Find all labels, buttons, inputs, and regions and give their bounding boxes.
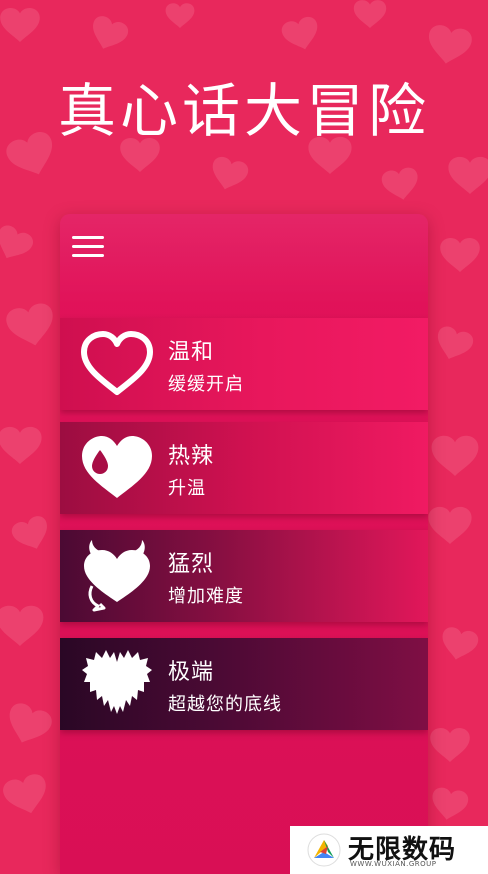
mode-item-fierce[interactable]: 猛烈 增加难度 [60,530,428,622]
mode-description: 缓缓开启 [168,374,244,395]
mode-name: 极端 [168,660,215,685]
heart-outline-icon [78,328,156,400]
mode-item-spicy[interactable]: 热辣 升温 [60,422,428,514]
app-title: 真心话大冒险 [57,77,430,145]
mode-description: 超越您的底线 [168,694,282,715]
hamburger-menu-icon[interactable] [72,232,106,260]
mode-description: 增加难度 [168,586,244,607]
mode-panel: 温和 缓缓开启 热辣 升温 猛烈 增加难度 极端 超越您的底线 [60,214,428,874]
jagged-heart-icon [78,648,156,720]
mode-name: 猛烈 [168,552,215,577]
mode-item-mild[interactable]: 温和 缓缓开启 [60,318,428,410]
mode-item-extreme[interactable]: 极端 超越您的底线 [60,638,428,730]
brand-logo-icon [306,832,342,868]
watermark-url: WWW.WUXIAN.GROUP [350,860,437,868]
watermark: 无限数码 WWW.WUXIAN.GROUP [290,826,488,874]
heart-drop-icon [78,432,156,504]
devil-heart-icon [78,540,156,612]
mode-name: 热辣 [168,444,215,469]
mode-description: 升温 [168,478,206,499]
panel-shine [60,214,428,304]
mode-name: 温和 [168,340,215,365]
